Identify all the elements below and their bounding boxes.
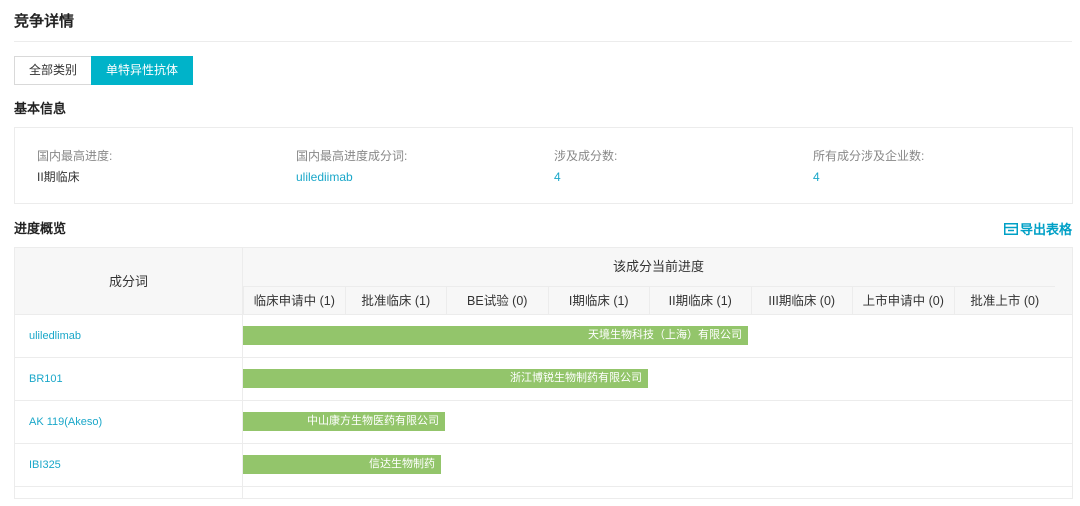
category-tabs: 全部类别 单特异性抗体 (14, 56, 194, 85)
basic-info-panel: 国内最高进度: II期临床 国内最高进度成分词: ulilediimab 涉及成… (14, 127, 1073, 204)
stage-headers: 临床申请中 (1) 批准临床 (1) BE试验 (0) I期临床 (1) II期… (243, 286, 1055, 315)
info-value-link[interactable]: 4 (813, 169, 924, 185)
stage-header: 上市申请中 (0) (852, 286, 954, 315)
table-row: uliledlimab 天境生物科技（上海）有限公司 (15, 315, 1072, 358)
stage-header: I期临床 (1) (547, 286, 649, 315)
info-value-link[interactable]: 4 (554, 169, 617, 185)
info-ingredient-count: 涉及成分数: 4 (554, 148, 617, 185)
progress-overview-title: 进度概览 (14, 221, 67, 236)
info-company-count: 所有成分涉及企业数: 4 (813, 148, 924, 185)
stage-header: 批准上市 (0) (953, 286, 1055, 315)
stage-header: III期临床 (0) (750, 286, 852, 315)
table-header: 成分词 该成分当前进度 临床申请中 (1) 批准临床 (1) BE试验 (0) … (15, 248, 1072, 315)
info-value-link[interactable]: ulilediimab (296, 169, 407, 185)
column-group-header: 该成分当前进度 (612, 259, 704, 274)
basic-info-title: 基本信息 (14, 101, 67, 116)
progress-bar: 信达生物制药 (243, 455, 441, 474)
progress-bar: 天境生物科技（上海）有限公司 (243, 326, 748, 345)
table-export-icon (1003, 222, 1018, 235)
ingredient-link[interactable]: AK 119(Akeso) (15, 401, 243, 444)
ingredient-cell-empty (15, 487, 243, 498)
table-row: BR101 浙江博锐生物制药有限公司 (15, 358, 1072, 401)
stage-header: BE试验 (0) (446, 286, 548, 315)
tab-monospecific-antibody[interactable]: 单特异性抗体 (91, 56, 194, 85)
info-value: II期临床 (37, 170, 80, 184)
ingredient-link[interactable]: BR101 (15, 358, 243, 401)
info-highest-progress: 国内最高进度: II期临床 (37, 148, 112, 185)
page-title: 竞争详情 (14, 13, 75, 30)
info-highest-progress-ingredient: 国内最高进度成分词: ulilediimab (296, 148, 407, 185)
column-header-ingredient: 成分词 (15, 248, 243, 315)
ingredient-link[interactable]: IBI325 (15, 444, 243, 487)
info-label: 涉及成分数: (554, 149, 618, 163)
table-row: AK 119(Akeso) 中山康方生物医药有限公司 (15, 401, 1072, 444)
info-label: 所有成分涉及企业数: (813, 149, 925, 163)
export-label: 导出表格 (1019, 222, 1072, 237)
stage-header: 批准临床 (1) (344, 286, 446, 315)
ingredient-link[interactable]: uliledlimab (15, 315, 243, 358)
table-row-empty (15, 487, 1072, 498)
title-divider (14, 41, 1072, 42)
stage-header: 临床申请中 (1) (243, 286, 345, 315)
stage-header: II期临床 (1) (649, 286, 751, 315)
info-label: 国内最高进度: (37, 149, 113, 163)
table-row: IBI325 信达生物制药 (15, 444, 1072, 487)
progress-bar: 中山康方生物医药有限公司 (243, 412, 445, 431)
progress-bar: 浙江博锐生物制药有限公司 (243, 369, 648, 388)
export-table-button[interactable]: 导出表格 (1003, 219, 1072, 238)
progress-table: 成分词 该成分当前进度 临床申请中 (1) 批准临床 (1) BE试验 (0) … (14, 247, 1073, 499)
info-label: 国内最高进度成分词: (296, 149, 408, 163)
tab-all-categories[interactable]: 全部类别 (14, 56, 93, 85)
